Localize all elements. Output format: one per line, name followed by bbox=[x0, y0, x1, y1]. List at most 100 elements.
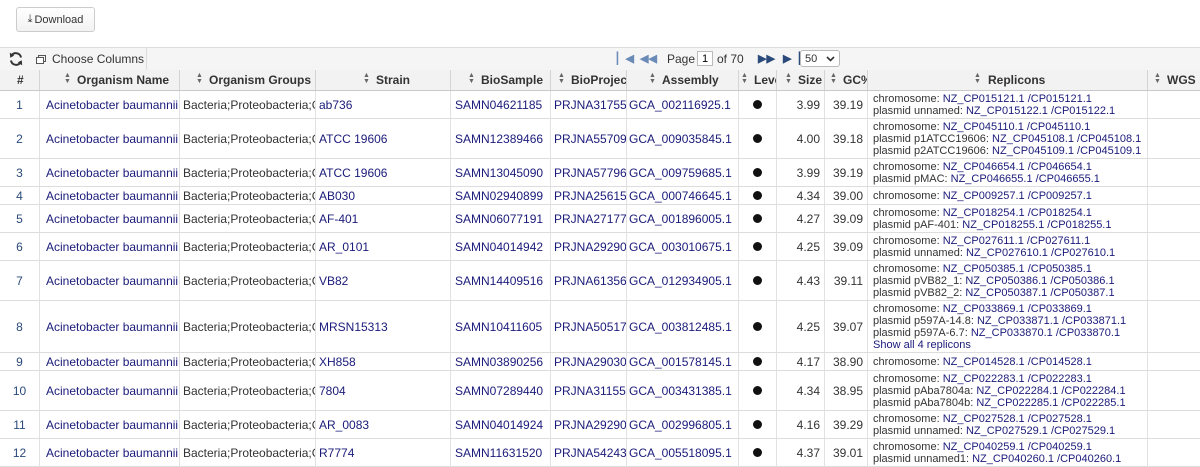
bioproject-link[interactable]: PRJNA542432 bbox=[554, 446, 626, 460]
table-row[interactable]: 1 Acinetobacter baumannii Bacteria;Proteob… bbox=[0, 91, 1200, 119]
prev-page-icon[interactable]: ◀◀ bbox=[640, 51, 657, 67]
biosample-link[interactable]: SAMN12389466 bbox=[455, 132, 543, 146]
organism-name-link[interactable]: Acinetobacter baumannii bbox=[46, 355, 178, 369]
column-header-groups[interactable]: ▲ ▼ Organism Groups bbox=[180, 70, 316, 90]
organism-name-link[interactable]: Acinetobacter baumannii bbox=[46, 384, 178, 398]
biosample-link[interactable]: SAMN04621185 bbox=[455, 98, 542, 112]
table-row[interactable]: 10 Acinetobacter baumannii Bacteria;Proteo… bbox=[0, 371, 1200, 411]
table-row[interactable]: 2 Acinetobacter baumannii Bacteria;Proteob… bbox=[0, 119, 1200, 159]
strain-link[interactable]: R7774 bbox=[319, 446, 354, 460]
biosample-link[interactable]: SAMN03890256 bbox=[455, 355, 543, 369]
bioproject-link[interactable]: PRJNA613562 bbox=[554, 274, 626, 288]
bioproject-link[interactable]: PRJNA292904 bbox=[554, 418, 626, 432]
assembly-link[interactable]: GCA_002996805.1 bbox=[629, 418, 732, 432]
assembly-link[interactable]: GCA_002116925.1 bbox=[629, 98, 731, 112]
organism-name-link[interactable]: Acinetobacter baumannii bbox=[46, 132, 178, 146]
replicon-accession-link[interactable]: NZ_CP050385.1 /CP050385.1 bbox=[943, 263, 1092, 275]
column-header-gc[interactable]: ▲▼ GC% bbox=[825, 70, 868, 90]
bioproject-link[interactable]: PRJNA311558 bbox=[554, 384, 626, 398]
strain-link[interactable]: VB82 bbox=[319, 274, 348, 288]
next-page-icon[interactable]: ▶▶ bbox=[758, 51, 775, 67]
column-header-bioproject[interactable]: ▲ ▼ BioProject bbox=[551, 70, 627, 90]
page-number-input[interactable] bbox=[697, 51, 713, 66]
biosample-link[interactable]: SAMN02940899 bbox=[455, 189, 543, 203]
strain-link[interactable]: ATCC 19606 bbox=[319, 132, 387, 146]
replicon-accession-link[interactable]: NZ_CP027611.1 /CP027611.1 bbox=[943, 235, 1091, 247]
replicon-accession-link[interactable]: NZ_CP018254.1 /CP018254.1 bbox=[943, 207, 1092, 219]
replicon-accession-link[interactable]: NZ_CP027529.1 /CP027529.1 bbox=[966, 425, 1115, 437]
table-row[interactable]: 8 Acinetobacter baumannii Bacteria;Proteob… bbox=[0, 301, 1200, 353]
replicon-accession-link[interactable]: NZ_CP045110.1 /CP045110.1 bbox=[943, 121, 1091, 133]
rows-per-page-select[interactable]: 50 bbox=[800, 50, 840, 67]
column-header-strain[interactable]: ▲ ▼ Strain bbox=[316, 70, 451, 90]
column-header-biosample[interactable]: ▲ ▼ BioSample bbox=[451, 70, 551, 90]
column-header-size[interactable]: ▲ ▼ Size bbox=[777, 70, 825, 90]
biosample-link[interactable]: SAMN06077191 bbox=[455, 212, 543, 226]
replicon-accession-link[interactable]: NZ_CP014528.1 /CP014528.1 bbox=[943, 356, 1092, 368]
assembly-link[interactable]: GCA_009035845.1 bbox=[629, 132, 732, 146]
replicon-accession-link[interactable]: NZ_CP045109.1 /CP045109.1 bbox=[992, 145, 1141, 157]
strain-link[interactable]: ATCC 19606 bbox=[319, 166, 387, 180]
replicon-accession-link[interactable]: NZ_CP046655.1 /CP046655.1 bbox=[951, 173, 1100, 185]
replicon-accession-link[interactable]: NZ_CP040259.1 /CP040259.1 bbox=[943, 441, 1092, 453]
strain-link[interactable]: ab736 bbox=[319, 98, 352, 112]
replicon-accession-link[interactable]: NZ_CP033869.1 /CP033869.1 bbox=[943, 303, 1092, 315]
replicon-accession-link[interactable]: NZ_CP033871.1 /CP033871.1 bbox=[977, 315, 1126, 327]
column-header-assembly[interactable]: ▲ ▼ Assembly bbox=[627, 70, 739, 90]
biosample-link[interactable]: SAMN11631520 bbox=[455, 446, 542, 460]
assembly-link[interactable]: GCA_003431385.1 bbox=[629, 384, 732, 398]
bioproject-link[interactable]: PRJNA290306 bbox=[554, 355, 626, 369]
show-all-replicons-link[interactable]: Show all 4 replicons bbox=[873, 339, 971, 351]
strain-link[interactable]: 7804 bbox=[319, 384, 346, 398]
replicon-accession-link[interactable]: NZ_CP033870.1 /CP033870.1 bbox=[971, 327, 1120, 339]
biosample-link[interactable]: SAMN10411605 bbox=[455, 320, 542, 334]
replicon-accession-link[interactable]: NZ_CP009257.1 /CP009257.1 bbox=[943, 190, 1092, 202]
strain-link[interactable]: AR_0083 bbox=[319, 418, 369, 432]
strain-link[interactable]: AB030 bbox=[319, 189, 355, 203]
biosample-link[interactable]: SAMN13045090 bbox=[455, 166, 543, 180]
strain-link[interactable]: XH858 bbox=[319, 355, 356, 369]
replicon-accession-link[interactable]: NZ_CP040260.1 /CP040260.1 bbox=[972, 453, 1121, 465]
strain-link[interactable]: MRSN15313 bbox=[319, 320, 388, 334]
first-page-icon[interactable]: ▏◀ bbox=[617, 51, 634, 67]
last-page-icon[interactable]: ▶▕ bbox=[783, 51, 800, 67]
replicon-accession-link[interactable]: NZ_CP027610.1 /CP027610.1 bbox=[966, 247, 1115, 259]
strain-link[interactable]: AR_0101 bbox=[319, 240, 369, 254]
strain-link[interactable]: AF-401 bbox=[319, 212, 358, 226]
organism-name-link[interactable]: Acinetobacter baumannii bbox=[46, 446, 178, 460]
assembly-link[interactable]: GCA_001896005.1 bbox=[629, 212, 732, 226]
column-header-organism[interactable]: ▲ ▼ Organism Name bbox=[40, 70, 180, 90]
assembly-link[interactable]: GCA_012934905.1 bbox=[629, 274, 732, 288]
bioproject-link[interactable]: PRJNA256157 bbox=[554, 189, 626, 203]
assembly-link[interactable]: GCA_000746645.1 bbox=[629, 189, 732, 203]
replicon-accession-link[interactable]: NZ_CP050386.1 /CP050386.1 bbox=[965, 275, 1114, 287]
replicon-accession-link[interactable]: NZ_CP022285.1 /CP022285.1 bbox=[976, 397, 1125, 409]
assembly-link[interactable]: GCA_003812485.1 bbox=[629, 320, 732, 334]
biosample-link[interactable]: SAMN07289440 bbox=[455, 384, 543, 398]
organism-name-link[interactable]: Acinetobacter baumannii bbox=[46, 189, 178, 203]
organism-name-link[interactable]: Acinetobacter baumannii bbox=[46, 98, 178, 112]
assembly-link[interactable]: GCA_009759685.1 bbox=[629, 166, 732, 180]
replicon-accession-link[interactable]: NZ_CP022283.1 /CP022283.1 bbox=[943, 373, 1092, 385]
replicon-accession-link[interactable]: NZ_CP046654.1 /CP046654.1 bbox=[943, 161, 1092, 173]
table-row[interactable]: 5 Acinetobacter baumannii Bacteria;Proteob… bbox=[0, 205, 1200, 233]
replicon-accession-link[interactable]: NZ_CP050387.1 /CP050387.1 bbox=[965, 287, 1114, 299]
table-row[interactable]: 3 Acinetobacter baumannii Bacteria;Proteob… bbox=[0, 159, 1200, 187]
bioproject-link[interactable]: PRJNA505170 bbox=[554, 320, 626, 334]
biosample-link[interactable]: SAMN14409516 bbox=[455, 274, 543, 288]
table-row[interactable]: 12 Acinetobacter baumannii Bacteria;Proteo… bbox=[0, 439, 1200, 467]
bioproject-link[interactable]: PRJNA317553 bbox=[554, 98, 626, 112]
bioproject-link[interactable]: PRJNA557095 bbox=[554, 132, 626, 146]
column-header-number[interactable]: # bbox=[0, 70, 40, 90]
replicon-accession-link[interactable]: NZ_CP022284.1 /CP022284.1 bbox=[976, 385, 1125, 397]
organism-name-link[interactable]: Acinetobacter baumannii bbox=[46, 166, 178, 180]
bioproject-link[interactable]: PRJNA292904 bbox=[554, 240, 626, 254]
column-header-level[interactable]: ▲▼ Level bbox=[739, 70, 777, 90]
download-button[interactable]: ⤓ Download bbox=[16, 7, 95, 32]
organism-name-link[interactable]: Acinetobacter baumannii bbox=[46, 240, 178, 254]
table-row[interactable]: 6 Acinetobacter baumannii Bacteria;Proteob… bbox=[0, 233, 1200, 261]
assembly-link[interactable]: GCA_001578145.1 bbox=[629, 355, 732, 369]
assembly-link[interactable]: GCA_005518095.1 bbox=[629, 446, 732, 460]
replicon-accession-link[interactable]: NZ_CP015121.1 /CP015121.1 bbox=[943, 93, 1092, 105]
organism-name-link[interactable]: Acinetobacter baumannii bbox=[46, 212, 178, 226]
